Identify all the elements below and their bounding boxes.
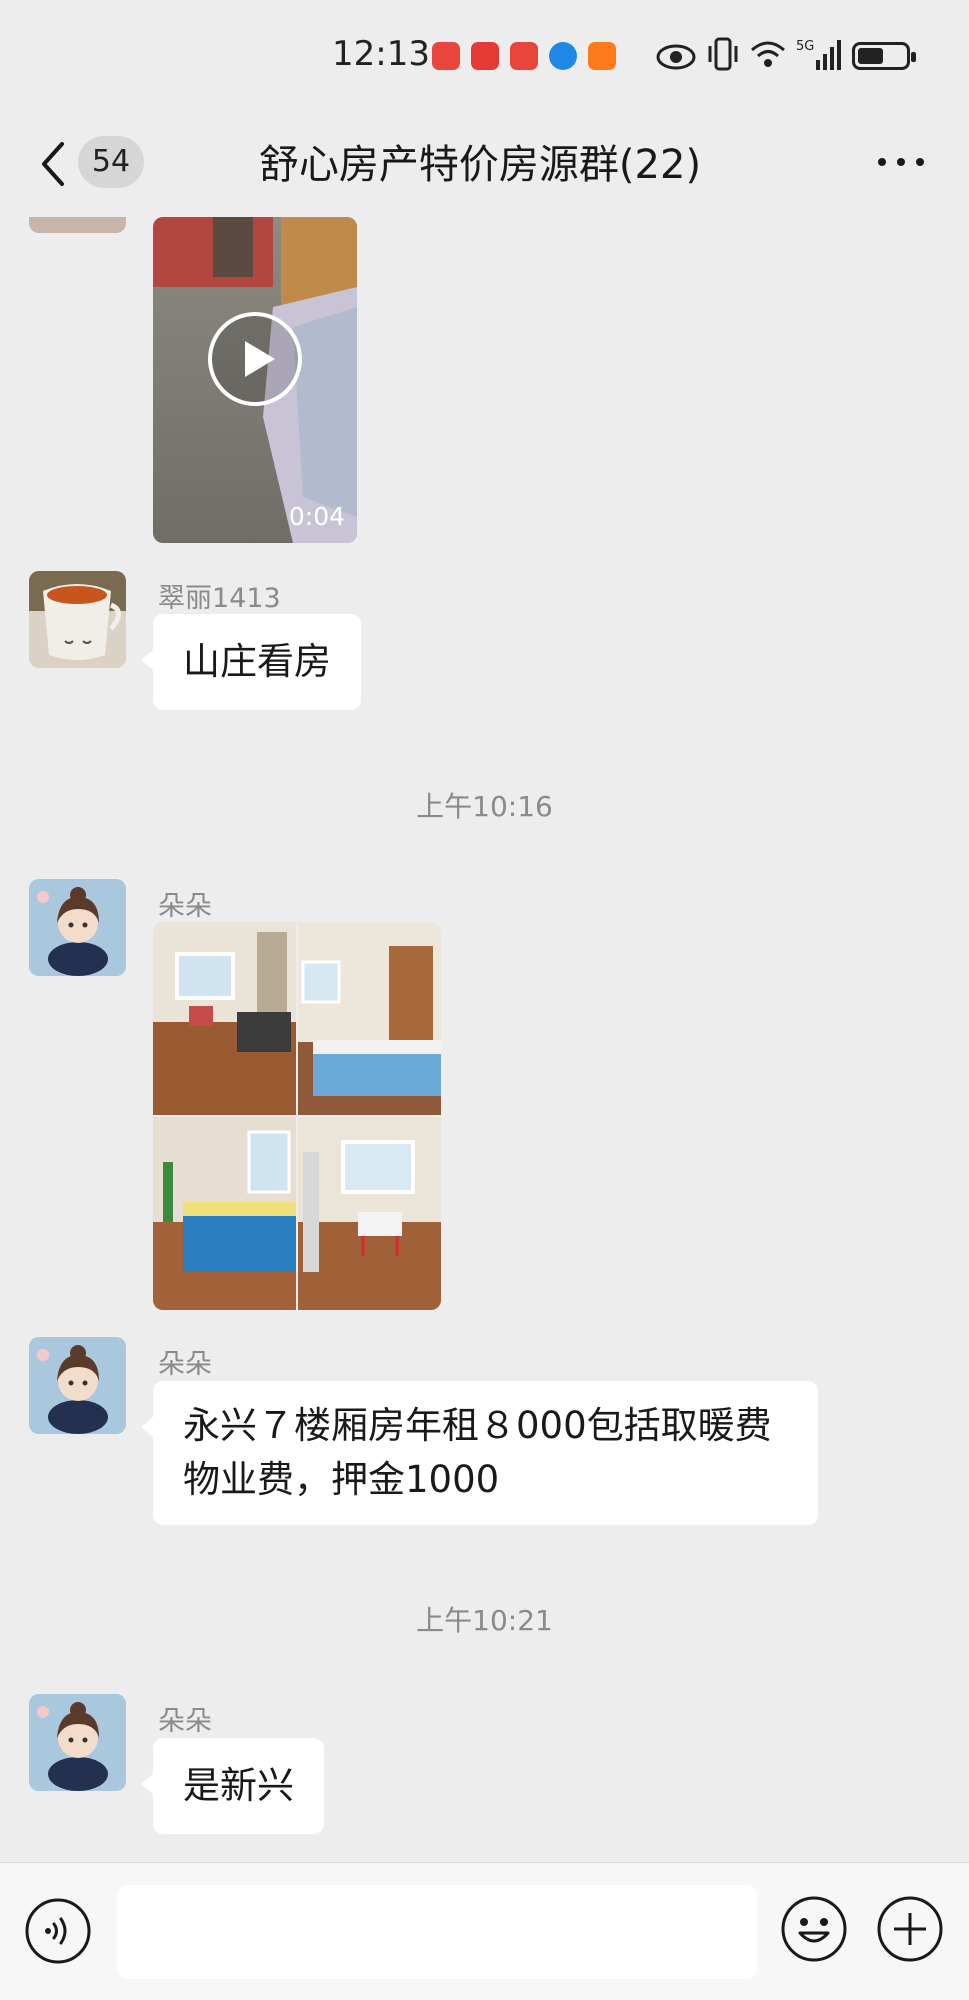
tea-cup-avatar-image [29,571,126,668]
status-bar: 12:13 5G [0,0,969,112]
sender-name: 朵朵 [158,1349,212,1380]
sender-name: 朵朵 [158,1706,212,1737]
battery-icon [852,42,916,70]
eye-icon [656,44,696,70]
battery-fill [858,48,883,64]
avatar[interactable] [29,1337,126,1434]
browser-icon [549,42,577,70]
room-photo[interactable] [153,922,296,1115]
cartoon-girl-avatar-image [29,1694,126,1791]
cartoon-girl-avatar-image [29,1337,126,1434]
video-duration: 0:04 [288,502,345,531]
message-text-line: 永兴７楼厢房年租８000包括取暖费 [183,1404,772,1447]
back-icon[interactable] [34,136,74,192]
orange-app-icon [588,42,616,70]
room-photos [153,922,441,1310]
play-icon[interactable] [207,311,303,407]
message-bubble[interactable]: 永兴７楼厢房年租８000包括取暖费 物业费，押金1000 [141,1381,818,1525]
avatar[interactable] [29,1694,126,1791]
signal-icon: 5G [796,39,841,70]
voice-input-icon[interactable] [24,1897,92,1965]
avatar[interactable] [29,571,126,668]
huawei-app-icon [432,42,460,70]
cartoon-girl-avatar-image [29,879,126,976]
vibrate-icon [708,37,738,71]
room-photo[interactable] [298,1117,441,1310]
chat-title: 舒心房产特价房源群(22) [258,142,702,188]
chat-header: 54 舒心房产特价房源群(22) [0,112,969,217]
sender-name: 朵朵 [158,891,212,922]
avatar[interactable] [29,217,126,233]
wifi-icon [751,41,785,67]
message-bubble[interactable]: 是新兴 [141,1738,324,1834]
huawei-app-icon [510,42,538,70]
timestamp: 上午10:16 [416,790,553,823]
emoji-icon[interactable] [780,1895,848,1963]
status-time: 12:13 [332,34,430,74]
message-bubble[interactable]: 山庄看房 [141,614,361,710]
photo-grid-message[interactable] [153,922,441,1310]
more-options-icon[interactable] [876,152,926,172]
room-photo[interactable] [153,1117,296,1310]
sender-name: 翠丽1413 [158,583,281,614]
video-message[interactable]: 0:04 [153,217,357,543]
message-text-line: 物业费，押金1000 [183,1458,500,1501]
timestamp: 上午10:21 [416,1604,553,1637]
svg-text:5G: 5G [796,39,814,54]
red-app-icon [471,42,499,70]
message-input[interactable] [117,1885,757,1979]
unread-count-badge[interactable]: 54 [78,136,144,188]
chat-input-bar [0,1862,969,2000]
avatar[interactable] [29,879,126,976]
add-icon[interactable] [876,1895,944,1963]
room-photo[interactable] [298,922,441,1115]
